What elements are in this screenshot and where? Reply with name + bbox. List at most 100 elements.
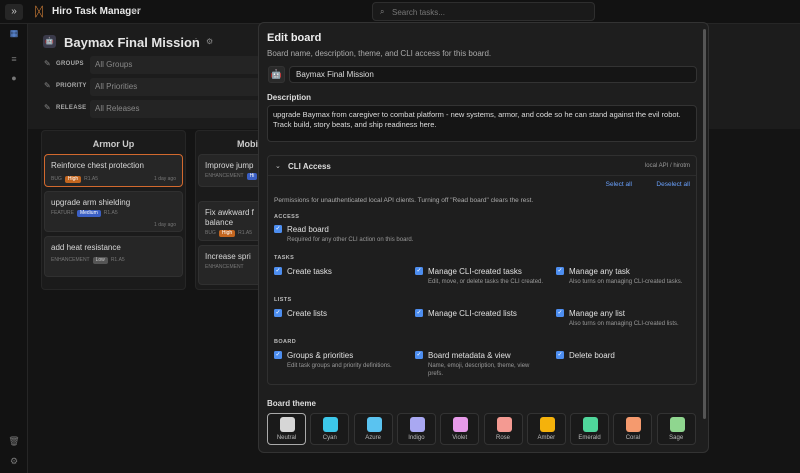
checkbox-delete-board[interactable]: ✓ [556, 351, 564, 359]
filter-release-select[interactable]: All Releases [90, 100, 260, 118]
settings-icon[interactable]: ⚙ [7, 456, 21, 468]
option-desc: Required for any other CLI action on thi… [287, 237, 414, 243]
theme-option-coral[interactable]: Coral [613, 413, 653, 445]
theme-option-indigo[interactable]: Indigo [396, 413, 436, 445]
search-icon: ⌕ [380, 7, 385, 16]
theme-option-neutral[interactable]: Neutral [267, 413, 306, 445]
column-title: Armor Up [92, 139, 135, 149]
sidebar-toggle-button[interactable]: » [5, 4, 23, 20]
search-input[interactable]: ⌕ Search tasks... [372, 2, 595, 21]
theme-option-violet[interactable]: Violet [440, 413, 480, 445]
option-desc: Also turns on managing CLI-created tasks… [569, 279, 683, 285]
task-card[interactable]: upgrade arm shielding FEATURE Medium R1.A5… [44, 191, 183, 232]
filter-label: RELEASE [56, 105, 87, 111]
section-board: BOARD [274, 339, 297, 345]
checkbox-manage-cli-tasks[interactable]: ✓ [415, 267, 423, 275]
option-label: Groups & priorities [287, 351, 354, 360]
theme-swatch [496, 417, 512, 432]
option-label: Manage CLI-created tasks [428, 267, 522, 276]
card-meta: FEATURE Medium R1.A5 [51, 210, 118, 217]
theme-name: Rose [495, 435, 510, 441]
checkbox-read-board[interactable]: ✓ [274, 225, 282, 233]
theme-swatch [409, 417, 425, 432]
checkbox-manage-cli-lists[interactable]: ✓ [415, 309, 423, 317]
task-card[interactable]: add heat resistance ENHANCEMENT Low R1.A5 [44, 236, 183, 277]
theme-option-azure[interactable]: Azure [353, 413, 393, 445]
checkbox-manage-any-list[interactable]: ✓ [556, 309, 564, 317]
app-version: v1.0 [131, 8, 141, 14]
checkbox-create-lists[interactable]: ✓ [274, 309, 282, 317]
theme-swatch [323, 417, 339, 432]
permissions-note: Permissions for unauthenticated local AP… [274, 197, 534, 204]
theme-option-cyan[interactable]: Cyan [310, 413, 350, 445]
theme-swatch [539, 417, 555, 432]
cli-access-header[interactable]: ⌄ CLI Access local API / hirotm [268, 156, 696, 176]
description-label: Description [267, 93, 312, 102]
deselect-all-link[interactable]: Deselect all [656, 181, 690, 188]
theme-option-rose[interactable]: Rose [483, 413, 523, 445]
board-name-input[interactable]: Baymax Final Mission [289, 66, 697, 83]
theme-option-emerald[interactable]: Emerald [570, 413, 610, 445]
task-card[interactable]: Improve jump ENHANCEMENT Hi [198, 154, 266, 187]
theme-name: Sage [669, 435, 684, 441]
theme-option-sage[interactable]: Sage [656, 413, 696, 445]
card-group: ENHANCEMENT [205, 264, 244, 270]
board-column: Armor Up Reinforce chest protection BUG H… [41, 130, 186, 290]
card-date: 1 day ago [154, 176, 176, 182]
card-meta: ENHANCEMENT Low R1.A5 [51, 257, 125, 264]
option-label: Manage any list [569, 309, 626, 318]
app-title: Hiro Task Manager [52, 6, 141, 17]
card-title: Fix awkward f balance [205, 208, 254, 227]
board-grid-icon[interactable]: ▦ [7, 28, 21, 40]
layers-icon[interactable]: ≡ [7, 54, 21, 66]
option-label: Manage any task [569, 267, 630, 276]
task-card[interactable]: Increase spri ENHANCEMENT [198, 245, 266, 285]
card-meta: BUG High R1.A5 [205, 230, 252, 237]
board-title[interactable]: Baymax Final Mission [64, 35, 200, 50]
edit-board-dialog: Edit board Board name, description, them… [258, 22, 709, 453]
description-textarea[interactable]: upgrade Baymax from caregiver to combat … [267, 105, 697, 142]
section-lists: LISTS [274, 297, 292, 303]
card-meta: ENHANCEMENT [205, 264, 244, 270]
filter-priority-select[interactable]: All Priorities [90, 78, 260, 96]
option-desc: Also turns on managing CLI-created lists… [569, 321, 679, 327]
card-group: FEATURE [51, 210, 74, 216]
checkbox-create-tasks[interactable]: ✓ [274, 267, 282, 275]
priority-badge: Low [92, 257, 108, 264]
section-tasks: TASKS [274, 255, 295, 261]
board-emoji[interactable]: 🤖 [43, 35, 56, 48]
cli-api-label: local API / hirotm [644, 163, 690, 169]
theme-name: Neutral [276, 435, 297, 441]
card-title: upgrade arm shielding [51, 198, 131, 207]
user-icon[interactable]: ● [7, 73, 21, 85]
filter-groups-select[interactable]: All Groups [90, 56, 260, 74]
task-card[interactable]: Reinforce chest protection BUG High R1.A5 … [44, 154, 183, 187]
task-card[interactable]: Fix awkward f balance BUG High R1.A5 [198, 201, 266, 241]
card-group: BUG [51, 176, 62, 182]
checkbox-groups-priorities[interactable]: ✓ [274, 351, 282, 359]
sidebar: ▦ ≡ ● 🗑 ⚙ [0, 24, 28, 473]
card-date: 1 day ago [154, 222, 176, 228]
scrollbar[interactable] [703, 29, 706, 419]
priority-badge: High [64, 176, 82, 183]
theme-option-amber[interactable]: Amber [526, 413, 566, 445]
theme-name: Violet [452, 435, 468, 441]
select-all-link[interactable]: Select all [606, 181, 632, 188]
checkbox-board-metadata[interactable]: ✓ [415, 351, 423, 359]
theme-swatch [626, 417, 642, 432]
checkbox-manage-any-task[interactable]: ✓ [556, 267, 564, 275]
filter-label: PRIORITY [56, 83, 87, 89]
board-emoji-picker[interactable]: 🤖 [268, 66, 285, 83]
option-label: Create tasks [287, 267, 332, 276]
card-release: R1.A5 [84, 176, 99, 182]
section-access: ACCESS [274, 214, 300, 220]
card-group: ENHANCEMENT [51, 257, 90, 263]
card-title: Improve jump [205, 161, 254, 170]
card-title: add heat resistance [51, 243, 121, 252]
priority-badge: Medium [76, 210, 101, 217]
more-options-icon[interactable]: ⋮ [192, 37, 200, 46]
option-label: Create lists [287, 309, 328, 318]
trash-icon[interactable]: 🗑 [7, 436, 21, 448]
board-settings-icon[interactable]: ⚙ [206, 37, 213, 46]
cli-access-panel: ⌄ CLI Access local API / hirotm Select a… [267, 155, 697, 385]
